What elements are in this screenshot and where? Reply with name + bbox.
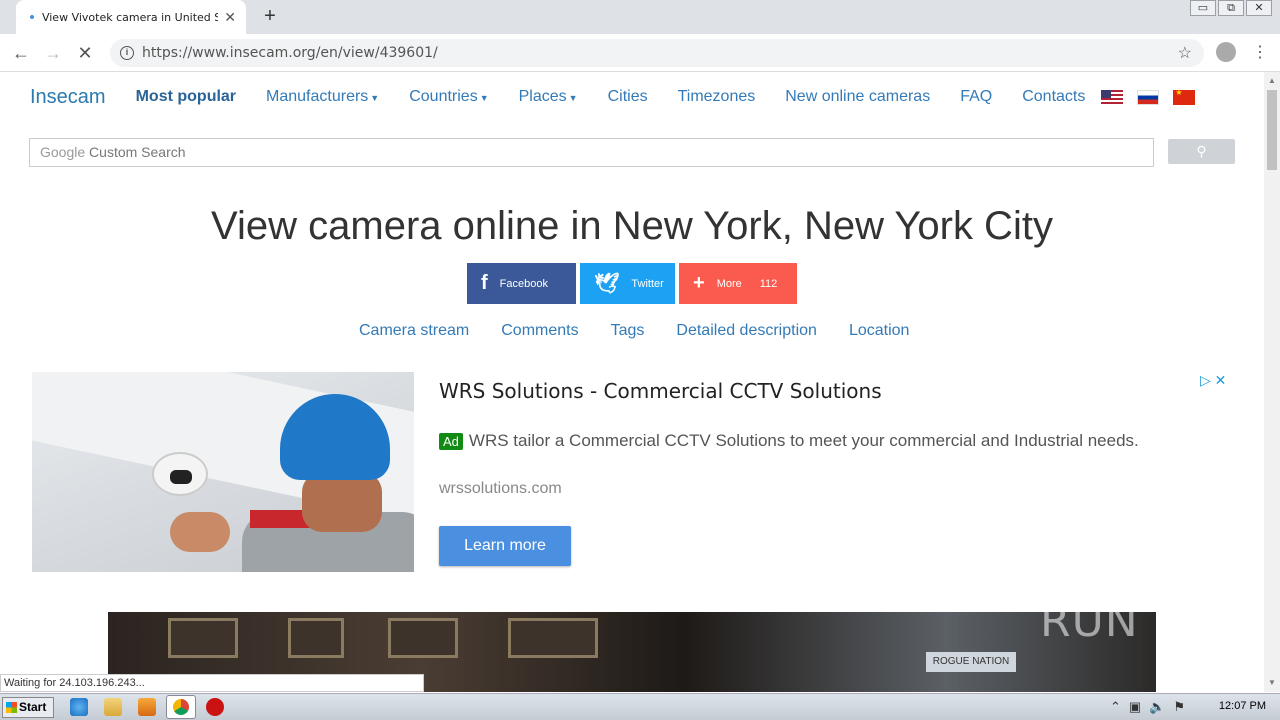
nav-label: Most popular — [135, 88, 237, 105]
google-label: Google — [40, 144, 86, 160]
nav-label: Manufacturers — [266, 88, 369, 105]
nav-timezones[interactable]: Timezones — [678, 88, 756, 106]
status-bar: Waiting for 24.103.196.243... — [0, 674, 424, 692]
twitter-bird-icon: 🕊 — [594, 273, 620, 295]
ad-description-text: WRS tailor a Commercial CCTV Solutions t… — [468, 431, 1139, 450]
search-button[interactable]: ⚲ — [1168, 139, 1235, 164]
page-scrollbar[interactable]: ▲ ▼ — [1264, 72, 1280, 692]
facebook-label: Facebook — [499, 277, 548, 290]
plus-icon: + — [693, 272, 705, 294]
stream-sign: ROGUE NATION — [926, 652, 1016, 672]
url-text: https://www.insecam.org/en/view/439601/ — [142, 45, 438, 61]
site-info-icon[interactable]: i — [120, 46, 134, 60]
nav-places[interactable]: Places ▼ — [519, 88, 578, 106]
nav-label: Places — [518, 88, 567, 105]
search-placeholder: Custom Search — [89, 144, 186, 160]
subnav-comments[interactable]: Comments — [501, 322, 578, 340]
subnav-tags[interactable]: Tags — [611, 322, 645, 340]
caret-down-icon: ▼ — [479, 93, 489, 103]
subnav-location[interactable]: Location — [849, 322, 910, 340]
chrome-taskbar-button[interactable] — [166, 695, 196, 719]
ad-image-hand — [170, 512, 230, 552]
nav-most-popular[interactable]: Most popular — [136, 88, 236, 106]
wall-frame — [288, 618, 344, 658]
scroll-thumb[interactable] — [1267, 90, 1277, 170]
us-flag-icon[interactable] — [1101, 89, 1124, 105]
ad-choices-icon[interactable]: ▷ ✕ — [1200, 372, 1226, 389]
page-title: View camera online in New York, New York… — [211, 204, 1053, 248]
facebook-share-button[interactable]: f Facebook — [467, 263, 576, 304]
china-flag-icon[interactable] — [1173, 88, 1196, 105]
nav-new-online-cameras[interactable]: New online cameras — [785, 88, 930, 106]
site-logo[interactable]: Insecam — [30, 86, 106, 109]
learn-more-button[interactable]: Learn more — [439, 526, 571, 566]
nav-contacts[interactable]: Contacts — [1022, 88, 1085, 106]
more-share-button[interactable]: + More 112 — [679, 263, 797, 304]
subnav-detailed-description[interactable]: Detailed description — [676, 322, 817, 340]
dome-camera-illustration — [152, 452, 208, 496]
window-controls: ▭ ⧉ ✕ — [1188, 0, 1272, 18]
site-nav: Insecam Most popular Manufacturers ▼ Coun… — [30, 86, 1209, 108]
facebook-icon: f — [481, 272, 488, 294]
forward-arrow-icon[interactable]: → — [42, 42, 64, 64]
anyrun-watermark: ANY ▷ RUN — [1040, 545, 1183, 647]
scroll-down-icon[interactable]: ▼ — [1268, 678, 1276, 687]
browser-toolbar: ← → ✕ i https://www.insecam.org/en/view/… — [0, 34, 1280, 72]
stop-loading-icon[interactable]: ✕ — [74, 42, 96, 64]
camera-subnav: Camera stream Comments Tags Detailed des… — [359, 322, 941, 340]
more-label: More — [716, 277, 742, 290]
bookmark-star-icon[interactable]: ☆ — [1178, 43, 1192, 63]
wall-frame — [508, 618, 598, 658]
ad-description: Ad WRS tailor a Commercial CCTV Solution… — [439, 431, 1139, 451]
media-player-icon[interactable] — [138, 698, 156, 716]
ad-image-face — [302, 472, 382, 532]
nav-cities[interactable]: Cities — [608, 88, 648, 106]
system-tray-icons[interactable]: ⌃▣🔈⚑ — [1110, 699, 1193, 715]
wall-frame — [168, 618, 238, 658]
start-button[interactable]: Start — [2, 697, 54, 718]
nav-faq[interactable]: FAQ — [960, 88, 992, 106]
search-icon: ⚲ — [1196, 143, 1207, 159]
taskbar: Start ⌃▣🔈⚑ 12:07 PM — [0, 693, 1280, 720]
tab-close-icon[interactable]: ✕ — [224, 9, 236, 26]
nav-manufacturers[interactable]: Manufacturers ▼ — [266, 88, 379, 106]
clock[interactable]: 12:07 PM — [1219, 700, 1266, 712]
ad-url[interactable]: wrssolutions.com — [439, 480, 562, 498]
wall-frame — [388, 618, 458, 658]
ad-badge: Ad — [439, 432, 463, 450]
nav-label: Countries — [409, 88, 478, 105]
scroll-up-icon[interactable]: ▲ — [1268, 76, 1276, 85]
russia-flag-icon[interactable] — [1137, 89, 1160, 105]
share-count: 112 — [759, 277, 778, 290]
chrome-icon — [173, 699, 189, 715]
twitter-share-button[interactable]: 🕊 Twitter — [580, 263, 675, 304]
twitter-label: Twitter — [631, 277, 664, 290]
opera-icon[interactable] — [206, 698, 224, 716]
new-tab-button[interactable]: + — [258, 4, 282, 28]
file-explorer-icon[interactable] — [104, 698, 122, 716]
close-window-button[interactable]: ✕ — [1246, 0, 1272, 16]
address-bar[interactable]: i https://www.insecam.org/en/view/439601… — [110, 39, 1204, 67]
profile-avatar-icon[interactable] — [1216, 42, 1236, 62]
caret-down-icon: ▼ — [568, 93, 578, 103]
menu-kebab-icon[interactable]: ⋮ — [1252, 42, 1268, 62]
ad-title[interactable]: WRS Solutions - Commercial CCTV Solution… — [439, 379, 882, 403]
back-arrow-icon[interactable]: ← — [10, 42, 32, 64]
subnav-camera-stream[interactable]: Camera stream — [359, 322, 469, 340]
tab-strip: View Vivotek camera in United States ✕ +… — [0, 0, 1280, 34]
browser-tab[interactable]: View Vivotek camera in United States ✕ — [16, 0, 246, 34]
search-input[interactable]: Google Custom Search — [29, 138, 1154, 167]
nav-countries[interactable]: Countries ▼ — [409, 88, 488, 106]
internet-explorer-icon[interactable] — [70, 698, 88, 716]
tab-title: View Vivotek camera in United States — [41, 10, 219, 24]
ad-image[interactable] — [32, 372, 414, 572]
minimize-button[interactable]: ▭ — [1190, 0, 1216, 16]
caret-down-icon: ▼ — [370, 93, 380, 103]
loading-favicon-icon — [30, 15, 34, 19]
restore-button[interactable]: ⧉ — [1218, 0, 1244, 16]
